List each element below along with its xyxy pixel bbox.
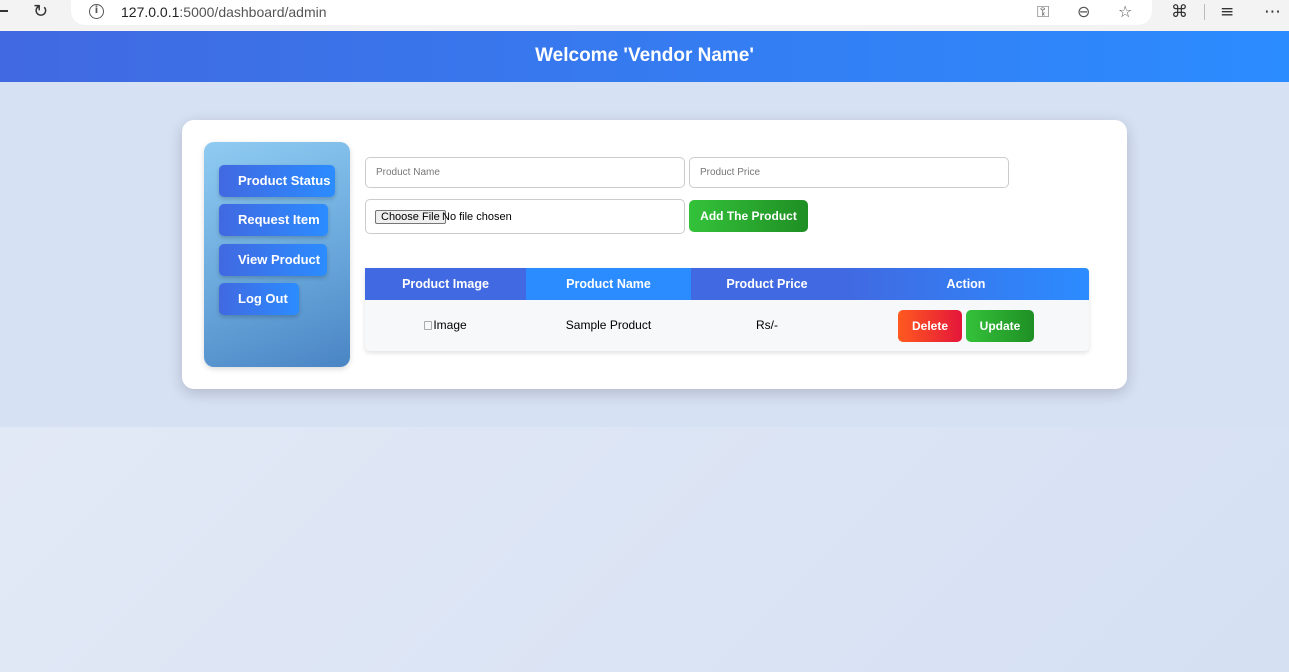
extensions-icon[interactable]: ⌘ — [1171, 2, 1188, 22]
info-icon[interactable]: i — [89, 4, 104, 19]
update-button[interactable]: Update — [966, 310, 1034, 342]
page-header: Welcome 'Vendor Name' — [0, 31, 1289, 82]
product-price-cell: Rs/- — [756, 318, 778, 332]
url-text[interactable]: 127.0.0.1:5000/dashboard/admin — [121, 4, 327, 20]
sidebar-item-product-status[interactable]: Product Status — [219, 165, 335, 197]
sidebar-item-request-item[interactable]: Request Item — [219, 204, 328, 236]
add-product-button[interactable]: Add The Product — [689, 200, 808, 232]
product-image-alt: Image — [433, 318, 467, 332]
product-table: Product Image Product Name Product Price… — [365, 268, 1089, 351]
favorites-icon[interactable]: ≡ — [1220, 2, 1234, 22]
address-bar[interactable]: i 127.0.0.1:5000/dashboard/admin ⚿ ⊖ ☆ — [71, 0, 1152, 25]
sidebar-item-log-out[interactable]: Log Out — [219, 283, 299, 315]
more-icon[interactable]: ⋯ — [1264, 2, 1281, 22]
back-icon[interactable] — [0, 10, 8, 12]
url-path: :5000/dashboard/admin — [179, 4, 327, 20]
lower-background — [0, 427, 1289, 672]
page-title: Welcome 'Vendor Name' — [535, 45, 754, 66]
column-header-product-image: Product Image — [365, 268, 526, 300]
delete-button[interactable]: Delete — [898, 310, 962, 342]
product-price-input[interactable] — [689, 157, 1009, 188]
product-image-cell: Image — [365, 300, 526, 351]
star-icon[interactable]: ☆ — [1118, 2, 1132, 22]
broken-image-icon — [424, 321, 433, 331]
choose-file-button[interactable]: Choose File — [375, 210, 446, 224]
dashboard-card: Product Status Request Item View Product… — [182, 120, 1127, 389]
sidebar: Product Status Request Item View Product… — [204, 142, 350, 367]
url-host: 127.0.0.1 — [121, 4, 180, 20]
file-input[interactable]: Choose File No file chosen — [365, 199, 685, 234]
product-name-input[interactable] — [365, 157, 685, 188]
column-header-product-name: Product Name — [526, 268, 691, 300]
column-header-product-price: Product Price — [691, 268, 843, 300]
sidebar-item-view-product[interactable]: View Product — [219, 244, 327, 276]
file-status: No file chosen — [442, 211, 512, 223]
column-header-action: Action — [843, 268, 1089, 300]
key-icon[interactable]: ⚿ — [1037, 2, 1049, 22]
zoom-out-icon[interactable]: ⊖ — [1077, 2, 1090, 22]
product-name-cell: Sample Product — [565, 318, 652, 332]
reload-icon[interactable]: ↻ — [33, 3, 51, 21]
browser-toolbar: ↻ i 127.0.0.1:5000/dashboard/admin ⚿ ⊖ ☆… — [0, 0, 1289, 31]
toolbar-divider — [1204, 4, 1205, 20]
